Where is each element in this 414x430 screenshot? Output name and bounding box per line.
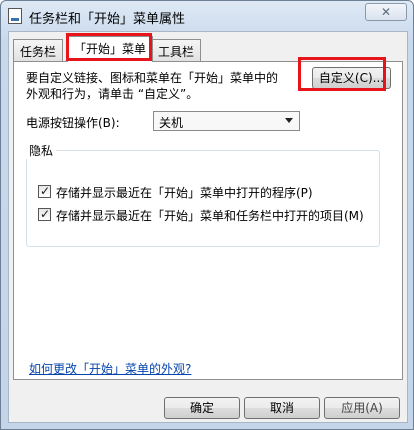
tab-taskbar[interactable]: 任务栏 [13,39,64,61]
checkbox-programs[interactable]: ✓ [38,184,51,198]
power-button-value: 关机 [159,116,184,130]
tab-toolbars[interactable]: 工具栏 [151,39,202,61]
customize-highlight-box [298,57,386,91]
tab-highlight-box [66,33,152,61]
checkmark-icon: ✓ [40,184,51,198]
checkbox-items[interactable]: ✓ [38,207,51,221]
description-line-1: 要自定义链接、图标和菜单在「开始」菜单中的 [26,71,279,85]
privacy-option-label: 存储并显示最近在「开始」菜单和任务栏中打开的项目(M) [56,209,364,223]
privacy-option-label: 存储并显示最近在「开始」菜单中打开的程序(P) [56,186,313,200]
power-button-label: 电源按钮操作(B): [26,116,120,130]
apply-button[interactable]: 应用(A) [324,397,400,419]
close-icon: ✕ [380,5,392,19]
start-menu-panel: 要自定义链接、图标和菜单在「开始」菜单中的 外观和行为，请单击 “自定义”。 自… [13,61,403,380]
window-title: 任务栏和「开始」菜单属性 [29,12,186,27]
properties-dialog: 任务栏和「开始」菜单属性 ✕ 任务栏 「开始」菜单 工具栏 要自定义链接、图标和… [0,0,414,430]
chevron-down-icon [285,118,293,123]
power-button-select[interactable]: 关机 [153,111,300,131]
cancel-button[interactable]: 取消 [244,397,320,419]
title-bar[interactable]: 任务栏和「开始」菜单属性 ✕ [1,1,413,31]
help-link[interactable]: 如何更改「开始」菜单的外观? [29,360,191,377]
close-button[interactable]: ✕ [365,3,407,21]
description-line-2: 外观和行为，请单击 “自定义”。 [26,87,199,101]
privacy-group-title: 隐私 [26,142,57,159]
ok-button[interactable]: 确定 [164,397,240,419]
customize-description: 要自定义链接、图标和菜单在「开始」菜单中的 外观和行为，请单击 “自定义”。 [26,70,306,102]
taskbar-properties-icon [8,8,22,24]
checkmark-icon: ✓ [40,207,51,221]
